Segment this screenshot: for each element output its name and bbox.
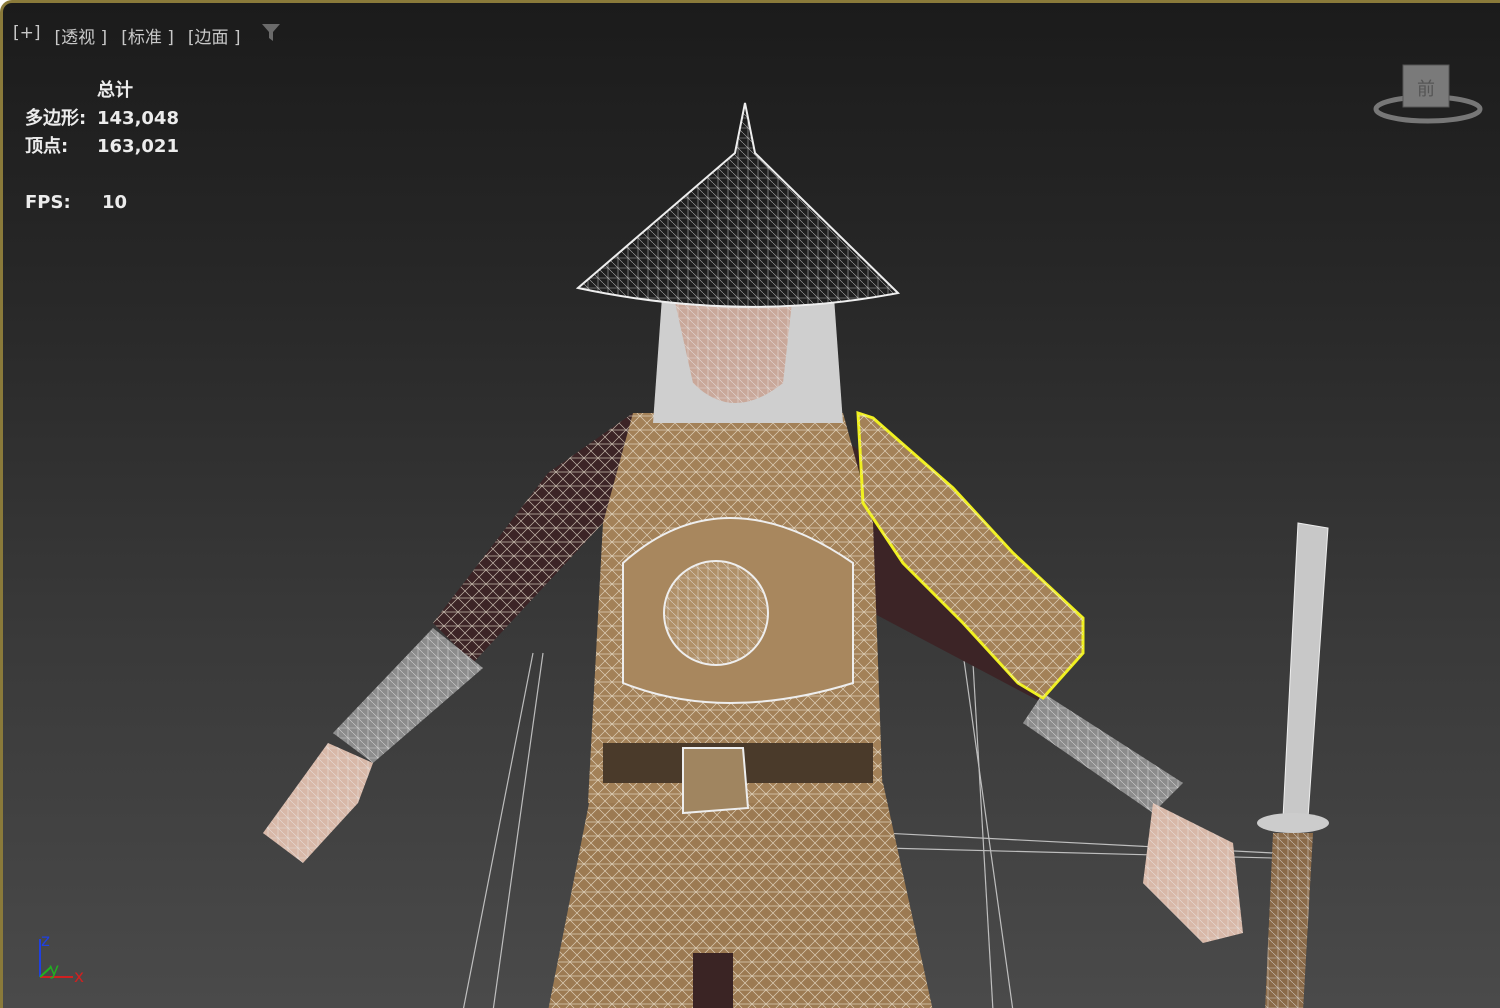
viewcube-front-label: 前 — [1417, 79, 1435, 100]
scene-statistics: 总计 多边形: 143,048 顶点: 163,021 FPS: 10 — [25, 77, 179, 217]
y-axis-label: y — [49, 960, 59, 980]
perspective-viewport[interactable]: [+] [透视 ] [标准 ] [边面 ] 总计 多边形: 143,048 顶点:… — [0, 0, 1500, 1008]
character-model-wireframe[interactable] — [3, 3, 1500, 1008]
viewport-display-menu[interactable]: [边面 ] — [188, 23, 241, 48]
robe-mesh — [548, 783, 933, 1008]
polygons-label: 多边形: — [25, 108, 87, 129]
axis-tripod-icon: z y x — [39, 931, 84, 984]
z-axis-label: z — [41, 931, 50, 951]
x-axis-label: x — [74, 967, 84, 984]
vertices-label: 顶点: — [25, 136, 69, 157]
stats-header: 总计 — [97, 80, 133, 101]
polygons-count: 143,048 — [97, 108, 179, 129]
viewport-point-of-view-menu[interactable]: [透视 ] — [55, 23, 108, 48]
hat-mesh — [575, 102, 901, 308]
viewport-label-menu: [+] [透视 ] [标准 ] [边面 ] — [13, 23, 241, 48]
sword-mesh — [1257, 522, 1329, 1008]
filter-icon[interactable] — [261, 23, 281, 43]
viewcube[interactable]: 前 — [1373, 61, 1488, 131]
fps-value: 10 — [102, 192, 128, 213]
viewport-plus-menu[interactable]: [+] — [13, 23, 41, 48]
torso-armor-mesh — [588, 413, 883, 815]
fps-label: FPS: — [25, 192, 71, 213]
viewport-shading-menu[interactable]: [标准 ] — [121, 23, 174, 48]
vertices-count: 163,021 — [97, 136, 179, 157]
